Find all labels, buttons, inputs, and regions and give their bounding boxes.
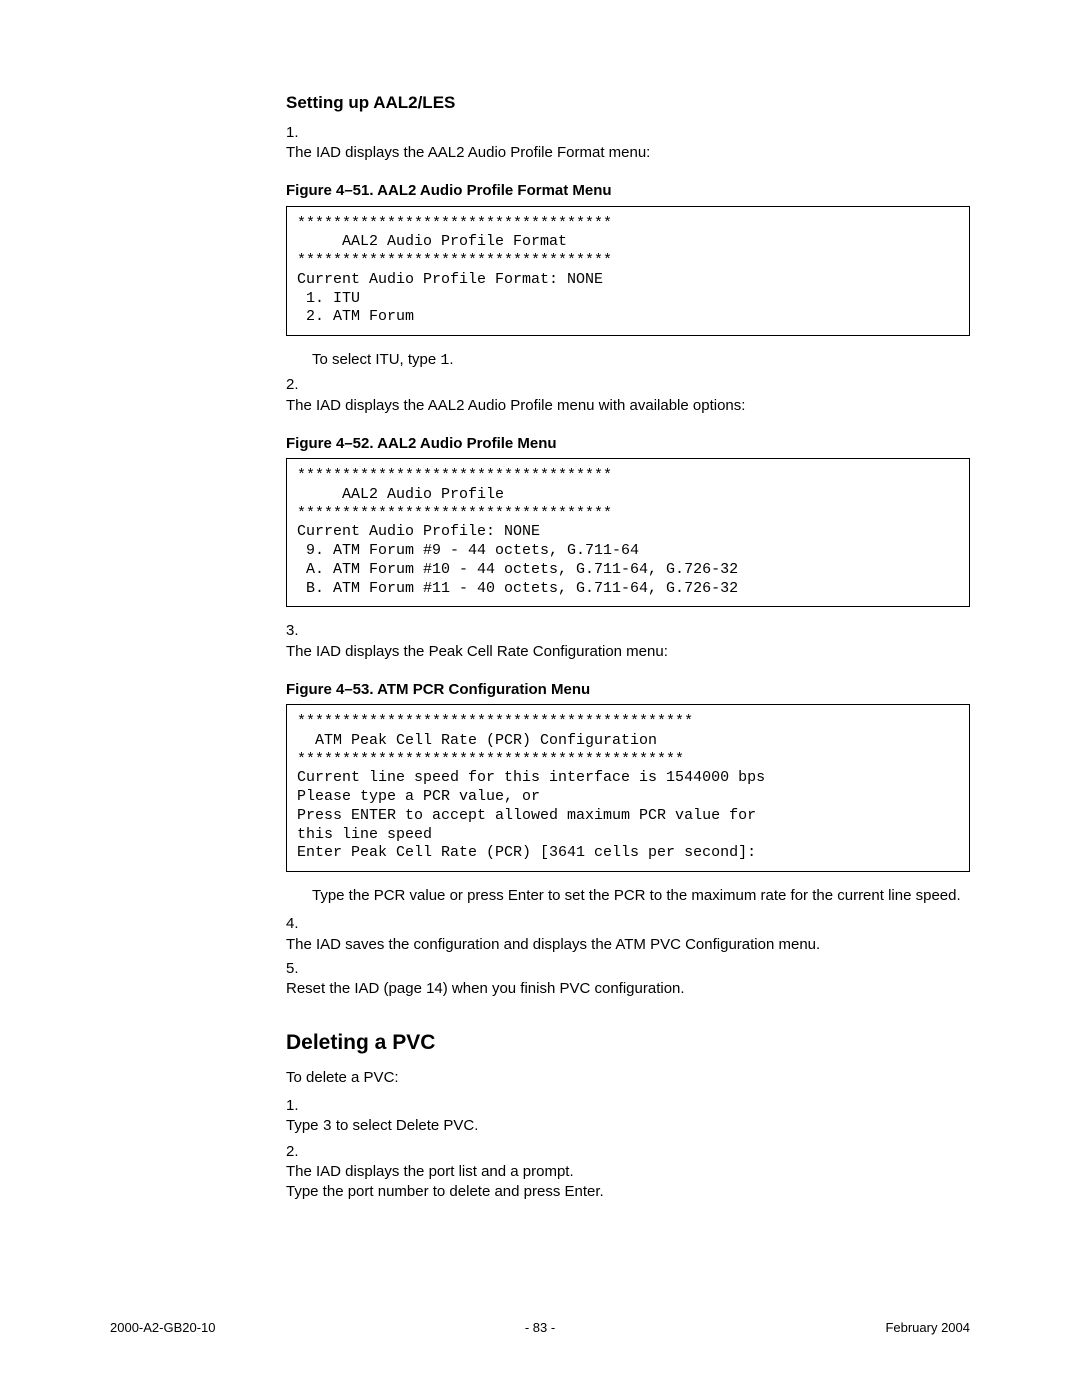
figure-52-code: *********************************** AAL2… <box>286 458 970 607</box>
step-number: 2. <box>286 1142 308 1162</box>
step-3: 3. The IAD displays the Peak Cell Rate C… <box>286 621 970 662</box>
step-number: 5. <box>286 959 308 979</box>
step-number: 3. <box>286 621 308 641</box>
step-1-detail: To select ITU, type 1. <box>312 350 970 371</box>
code-literal: 3 <box>323 1118 332 1135</box>
figure-51-caption: Figure 4–51. AAL2 Audio Profile Format M… <box>286 181 970 201</box>
delete-step-1: 1. Type 3 to select Delete PVC. <box>286 1096 970 1138</box>
step-3-detail: Type the PCR value or press Enter to set… <box>312 886 970 906</box>
figure-51-code: *********************************** AAL2… <box>286 206 970 337</box>
text-fragment: . <box>449 351 453 368</box>
step-text: The IAD displays the AAL2 Audio Profile … <box>286 143 944 163</box>
page: Setting up AAL2/LES 1. The IAD displays … <box>0 0 1080 1397</box>
text-line: The IAD displays the port list and a pro… <box>286 1163 574 1180</box>
step-1: 1. The IAD displays the AAL2 Audio Profi… <box>286 123 970 164</box>
delete-intro: To delete a PVC: <box>286 1068 970 1088</box>
footer-page-number: - 83 - <box>0 1319 1080 1337</box>
step-text: Reset the IAD (page 14) when you finish … <box>286 979 944 999</box>
step-2: 2. The IAD displays the AAL2 Audio Profi… <box>286 375 970 416</box>
text-line: Type the port number to delete and press… <box>286 1183 604 1200</box>
step-number: 2. <box>286 375 308 395</box>
step-4: 4. The IAD saves the configuration and d… <box>286 914 970 955</box>
figure-53-code: ****************************************… <box>286 704 970 872</box>
step-text: The IAD displays the Peak Cell Rate Conf… <box>286 642 944 662</box>
step-text: The IAD saves the configuration and disp… <box>286 935 944 955</box>
section-heading-deleting-pvc: Deleting a PVC <box>286 1029 970 1057</box>
figure-52-caption: Figure 4–52. AAL2 Audio Profile Menu <box>286 434 970 454</box>
text-fragment: to select Delete PVC. <box>332 1117 479 1134</box>
step-text: The IAD displays the port list and a pro… <box>286 1162 944 1203</box>
step-number: 1. <box>286 1096 308 1116</box>
text-fragment: Type <box>286 1117 323 1134</box>
figure-53-caption: Figure 4–53. ATM PCR Configuration Menu <box>286 680 970 700</box>
step-5: 5. Reset the IAD (page 14) when you fini… <box>286 959 970 1000</box>
step-text: The IAD displays the AAL2 Audio Profile … <box>286 396 944 416</box>
page-footer: 2000-A2-GB20-10 - 83 - February 2004 <box>0 1319 1080 1337</box>
text-fragment: To select ITU, type <box>312 351 440 368</box>
step-number: 1. <box>286 123 308 143</box>
step-text: Type 3 to select Delete PVC. <box>286 1116 944 1137</box>
delete-step-2: 2. The IAD displays the port list and a … <box>286 1142 970 1203</box>
step-number: 4. <box>286 914 308 934</box>
section-heading-aal2les: Setting up AAL2/LES <box>286 92 970 115</box>
